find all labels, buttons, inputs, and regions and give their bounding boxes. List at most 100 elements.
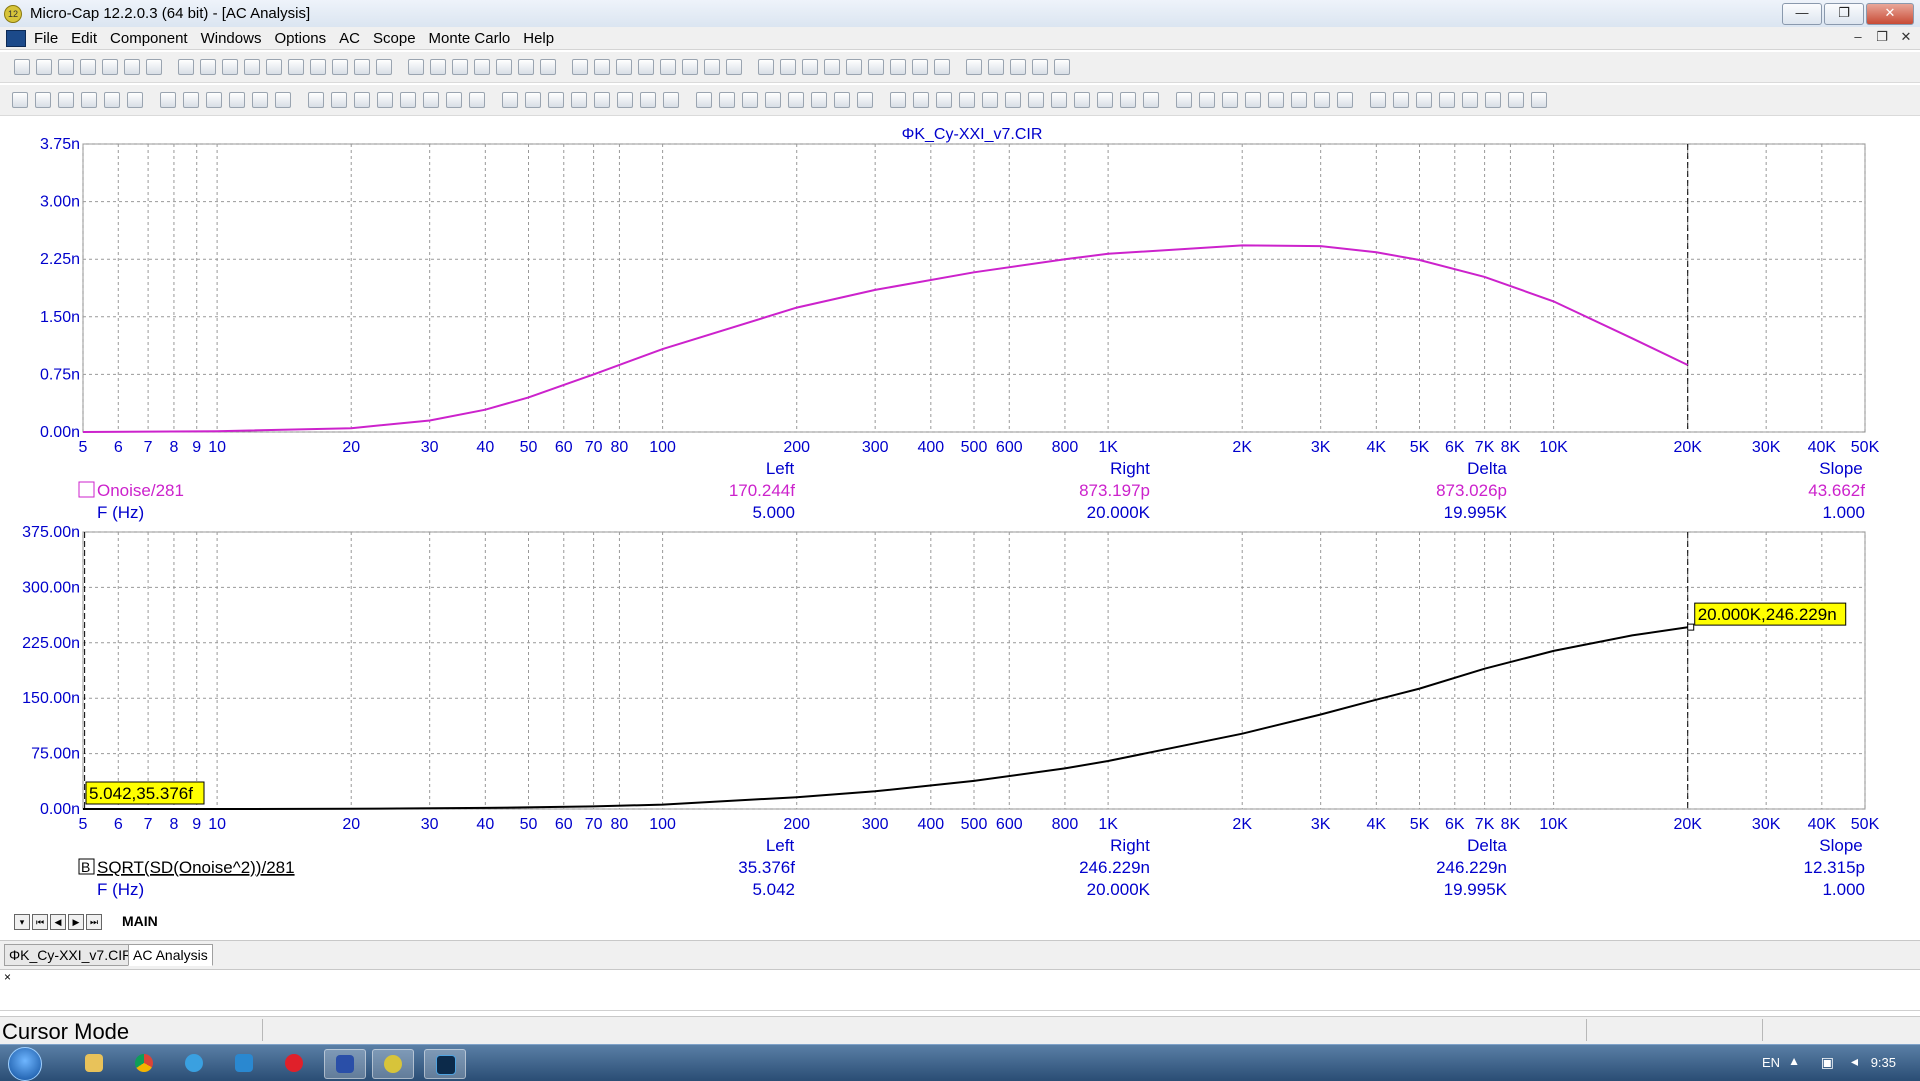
toolbar-button-icon[interactable]	[540, 59, 556, 75]
plot-area[interactable]: ΦK_Cy-XXI_v7.CIR 3.75n 3.00n 2.25n 1.50n 0.7…	[0, 118, 1920, 918]
toolbar-button-icon[interactable]	[102, 59, 118, 75]
toolbar-button-icon[interactable]	[1462, 92, 1478, 108]
toolbar-button-icon[interactable]	[982, 92, 998, 108]
toolbar-button-icon[interactable]	[183, 92, 199, 108]
prev-page-icon[interactable]: ◀	[50, 914, 66, 930]
toolbar-button-icon[interactable]	[469, 92, 485, 108]
toolbar-button-icon[interactable]	[408, 59, 424, 75]
toolbar-button-icon[interactable]	[266, 59, 282, 75]
toolbar-button-icon[interactable]	[288, 59, 304, 75]
toolbar-button-icon[interactable]	[222, 59, 238, 75]
toolbar-button-icon[interactable]	[966, 59, 982, 75]
toolbar-button-icon[interactable]	[452, 59, 468, 75]
tab-main[interactable]: MAIN	[122, 913, 158, 929]
taskbar-app[interactable]	[224, 1049, 264, 1077]
menu-scope[interactable]: Scope	[373, 30, 416, 47]
toolbar-button-icon[interactable]	[824, 59, 840, 75]
tab-ac-analysis[interactable]: AC Analysis	[128, 944, 213, 966]
menu-ac[interactable]: AC	[339, 30, 360, 47]
toolbar-button-icon[interactable]	[572, 59, 588, 75]
toolbar-button-icon[interactable]	[1291, 92, 1307, 108]
document-window-icon[interactable]	[6, 30, 26, 47]
toolbar-button-icon[interactable]	[640, 92, 656, 108]
toolbar-button-icon[interactable]	[376, 59, 392, 75]
series-line[interactable]	[82, 244, 1689, 433]
toolbar-button-icon[interactable]	[765, 92, 781, 108]
toolbar-button-icon[interactable]	[1508, 92, 1524, 108]
toolbar-button-icon[interactable]	[58, 59, 74, 75]
menu-monte-carlo[interactable]: Monte Carlo	[429, 30, 511, 47]
toolbar-button-icon[interactable]	[275, 92, 291, 108]
toolbar-button-icon[interactable]	[594, 59, 610, 75]
toolbar-button-icon[interactable]	[178, 59, 194, 75]
toolbar-button-icon[interactable]	[474, 59, 490, 75]
taskbar-chrome[interactable]	[124, 1049, 164, 1077]
menu-windows[interactable]: Windows	[201, 30, 262, 47]
toolbar-button-icon[interactable]	[14, 59, 30, 75]
toolbar-button-icon[interactable]	[1005, 92, 1021, 108]
toolbar-button-icon[interactable]	[430, 59, 446, 75]
toolbar-button-icon[interactable]	[1120, 92, 1136, 108]
toolbar-button-icon[interactable]	[1028, 92, 1044, 108]
toolbar-button-icon[interactable]	[81, 92, 97, 108]
toolbar-button-icon[interactable]	[377, 92, 393, 108]
toolbar-button-icon[interactable]	[594, 92, 610, 108]
toolbar-button-icon[interactable]	[638, 59, 654, 75]
toolbar-button-icon[interactable]	[571, 92, 587, 108]
toolbar-button-icon[interactable]	[1245, 92, 1261, 108]
minimize-button[interactable]: —	[1782, 3, 1822, 25]
series-line[interactable]	[83, 626, 1688, 810]
toolbar-button-icon[interactable]	[308, 92, 324, 108]
mdi-minimize-button[interactable]: –	[1848, 29, 1868, 46]
taskbar-save-app[interactable]	[324, 1049, 366, 1079]
tab-circuit-file[interactable]: ΦK_Cy-XXI_v7.CIR	[4, 944, 138, 966]
toolbar-button-icon[interactable]	[1439, 92, 1455, 108]
toolbar-button-icon[interactable]	[1485, 92, 1501, 108]
toolbar-button-icon[interactable]	[244, 59, 260, 75]
toolbar-button-icon[interactable]	[936, 92, 952, 108]
toolbar-button-icon[interactable]	[58, 92, 74, 108]
toolbar-button-icon[interactable]	[252, 92, 268, 108]
toolbar-button-icon[interactable]	[229, 92, 245, 108]
volume-icon[interactable]: ◂	[1851, 1053, 1858, 1070]
close-button[interactable]: ✕	[1866, 3, 1914, 25]
toolbar-button-icon[interactable]	[1143, 92, 1159, 108]
toolbar-button-icon[interactable]	[446, 92, 462, 108]
toolbar-button-icon[interactable]	[780, 59, 796, 75]
toolbar-button-icon[interactable]	[331, 92, 347, 108]
menu-file[interactable]: File	[34, 30, 58, 47]
toolbar-button-icon[interactable]	[682, 59, 698, 75]
toolbar-button-icon[interactable]	[758, 59, 774, 75]
toolbar-button-icon[interactable]	[1268, 92, 1284, 108]
toolbar-button-icon[interactable]	[1314, 92, 1330, 108]
toolbar-button-icon[interactable]	[548, 92, 564, 108]
toolbar-button-icon[interactable]	[310, 59, 326, 75]
toolbar-button-icon[interactable]	[1393, 92, 1409, 108]
toolbar-button-icon[interactable]	[80, 59, 96, 75]
toolbar-button-icon[interactable]	[1416, 92, 1432, 108]
toolbar-button-icon[interactable]	[663, 92, 679, 108]
toolbar-button-icon[interactable]	[502, 92, 518, 108]
toolbar-button-icon[interactable]	[890, 92, 906, 108]
app-logo-icon[interactable]: 12	[4, 5, 22, 23]
menu-edit[interactable]: Edit	[71, 30, 97, 47]
series-marker[interactable]	[78, 481, 95, 498]
first-page-icon[interactable]: ⏮	[32, 914, 48, 930]
language-indicator[interactable]: EN	[1762, 1055, 1780, 1070]
toolbar-button-icon[interactable]	[1199, 92, 1215, 108]
taskbar-microcap[interactable]	[372, 1049, 414, 1079]
taskbar-opera[interactable]	[274, 1049, 314, 1077]
toolbar-button-icon[interactable]	[959, 92, 975, 108]
toolbar-button-icon[interactable]	[200, 59, 216, 75]
toolbar-button-icon[interactable]	[12, 92, 28, 108]
toolbar-button-icon[interactable]	[616, 59, 632, 75]
toolbar-button-icon[interactable]	[354, 59, 370, 75]
toolbar-button-icon[interactable]	[35, 92, 51, 108]
taskbar-explorer[interactable]	[74, 1049, 114, 1077]
next-page-icon[interactable]: ▶	[68, 914, 84, 930]
network-icon[interactable]: ▣	[1821, 1054, 1834, 1071]
toolbar-button-icon[interactable]	[912, 59, 928, 75]
toolbar-button-icon[interactable]	[846, 59, 862, 75]
clock[interactable]: 9:35	[1871, 1055, 1896, 1070]
menu-help[interactable]: Help	[523, 30, 554, 47]
